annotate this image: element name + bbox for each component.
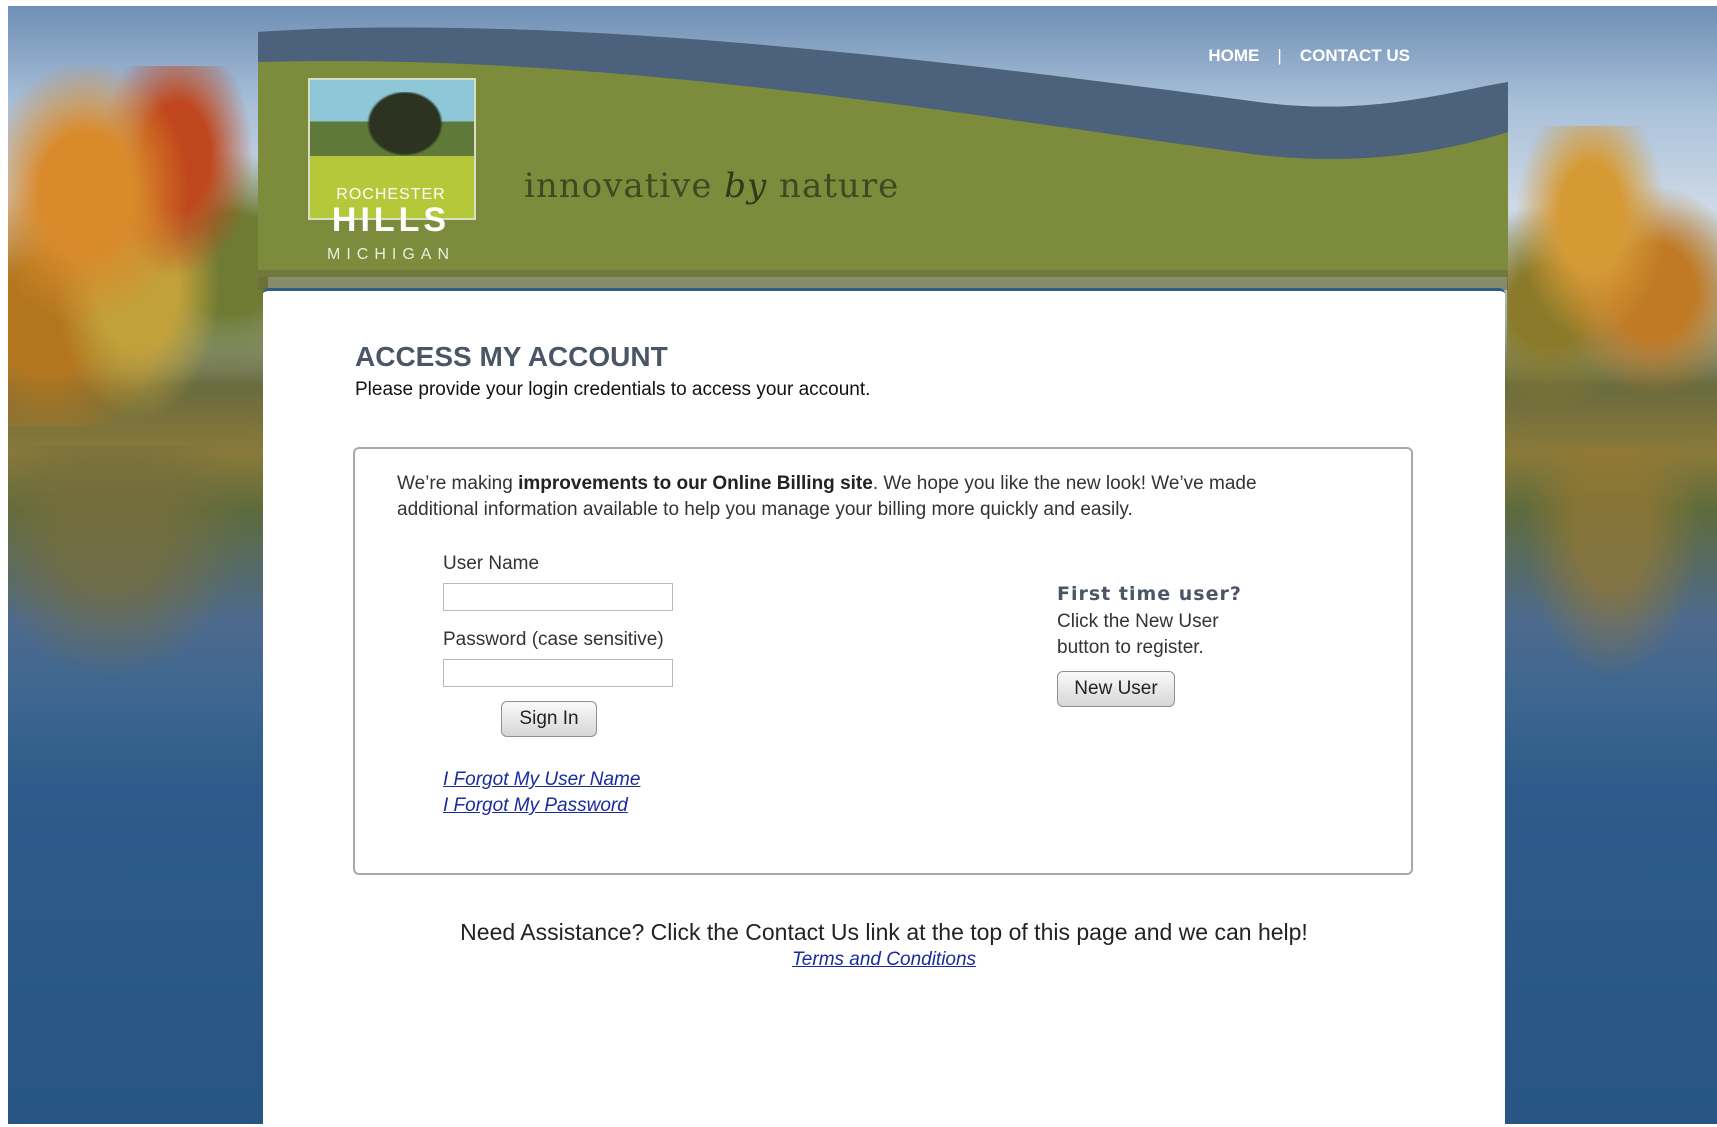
terms-container: Terms and Conditions <box>263 949 1505 971</box>
lake-reflection-left <box>8 446 268 706</box>
autumn-trees-left <box>8 66 268 426</box>
site-improvement-notice: We’re making improvements to our Online … <box>397 471 1337 523</box>
logo-text-michigan: MICHIGAN <box>327 246 455 263</box>
new-user-button[interactable]: New User <box>1057 671 1175 707</box>
tree-icon <box>360 92 450 162</box>
nav-separator: | <box>1277 46 1282 65</box>
forgot-password-link[interactable]: I Forgot My Password <box>443 795 628 817</box>
tagline: innovative by nature <box>524 166 899 206</box>
terms-and-conditions-link[interactable]: Terms and Conditions <box>792 949 976 970</box>
main-content-card: ACCESS MY ACCOUNT Please provide your lo… <box>263 288 1505 1127</box>
notice-text-bold: improvements to our Online Billing site <box>518 473 873 494</box>
rochester-hills-logo[interactable]: ROCHESTER HILLS MICHIGAN <box>306 78 476 266</box>
first-time-user-heading: First time user? <box>1057 583 1242 605</box>
page-title: ACCESS MY ACCOUNT <box>355 341 668 372</box>
tagline-part1: innovative <box>524 166 713 206</box>
first-time-user-text: Click the New User button to register. <box>1057 611 1219 658</box>
password-input[interactable] <box>443 659 673 687</box>
login-panel: We’re making improvements to our Online … <box>353 447 1413 875</box>
sign-in-button[interactable]: Sign In <box>501 701 597 737</box>
username-input[interactable] <box>443 583 673 611</box>
nav-contact-link[interactable]: CONTACT US <box>1300 46 1410 65</box>
assistance-text: Need Assistance? Click the Contact Us li… <box>460 919 1308 945</box>
tagline-by: by <box>724 166 768 206</box>
top-navigation: HOME | CONTACT US <box>1208 46 1410 66</box>
autumn-trees-right <box>1507 126 1717 426</box>
logo-text-hills: HILLS <box>331 201 451 239</box>
password-label: Password (case sensitive) <box>443 629 664 650</box>
lake-reflection-right <box>1507 446 1717 706</box>
notice-text-part1: We’re making <box>397 473 519 494</box>
username-label: User Name <box>443 553 540 574</box>
page-subtitle: Please provide your login credentials to… <box>355 379 871 400</box>
forgot-username-link[interactable]: I Forgot My User Name <box>443 769 640 791</box>
header-banner: ROCHESTER HILLS MICHIGAN innovative by n… <box>258 22 1508 290</box>
tagline-part2: nature <box>779 166 900 206</box>
nav-home-link[interactable]: HOME <box>1208 46 1259 65</box>
